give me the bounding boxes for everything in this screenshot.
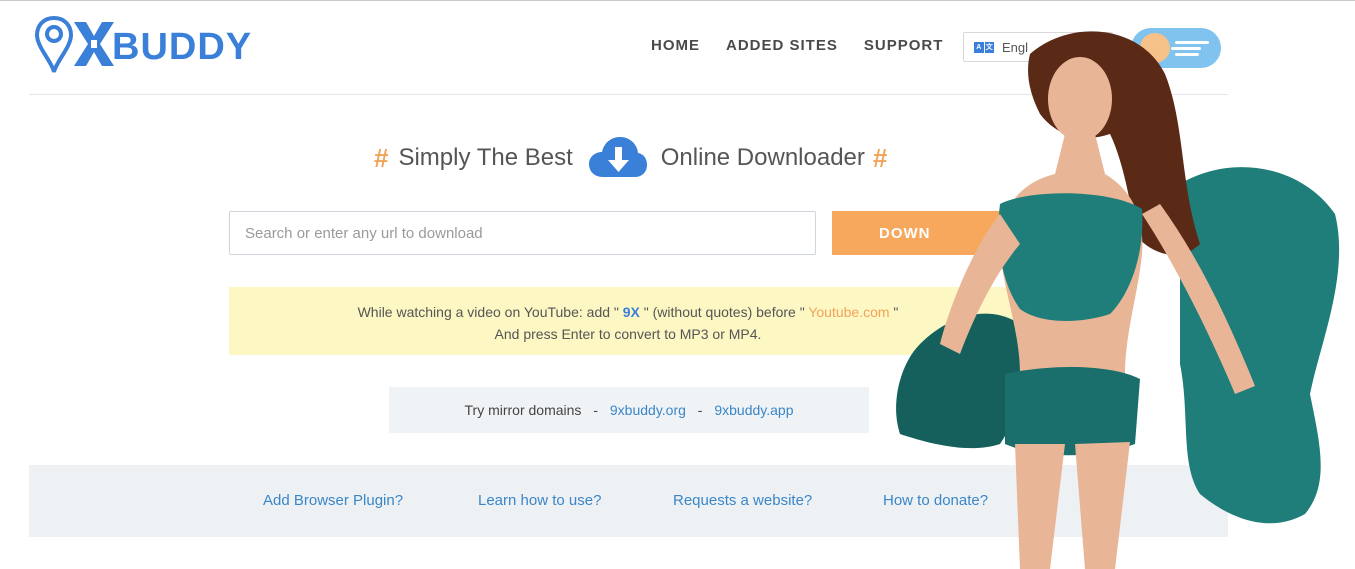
- fabric-shape: [1180, 167, 1340, 524]
- separator: -: [697, 402, 703, 418]
- search-input[interactable]: [229, 211, 816, 255]
- hero-headline: # Simply The Best Online Downloader #: [374, 130, 887, 186]
- nav-home[interactable]: HOME: [651, 37, 700, 54]
- logo-text: BUDDY: [112, 25, 253, 68]
- tip-highlight: 9X: [622, 304, 640, 320]
- logo-mark-icon: [34, 14, 116, 78]
- mirror-link-org[interactable]: 9xbuddy.org: [610, 402, 686, 418]
- separator: -: [593, 402, 598, 418]
- tip-site: Youtube.com: [808, 304, 890, 320]
- mirror-link-app[interactable]: 9xbuddy.app: [714, 402, 793, 418]
- hash-left: #: [374, 142, 389, 173]
- tip-text: " (without quotes) before ": [639, 304, 809, 320]
- learn-how-to-use-link[interactable]: Learn how to use?: [478, 492, 601, 509]
- ad-illustration[interactable]: [880, 14, 1350, 569]
- site-logo[interactable]: BUDDY: [34, 14, 274, 78]
- leg-shape: [1015, 444, 1065, 569]
- nav-added-sites[interactable]: ADDED SITES: [726, 37, 838, 54]
- mirror-domains: Try mirror domains - 9xbuddy.org - 9xbud…: [389, 387, 869, 433]
- request-website-link[interactable]: Requests a website?: [673, 492, 812, 509]
- headline-text-1: Simply The Best: [398, 144, 573, 171]
- tip-text: While watching a video on YouTube: add ": [357, 304, 623, 320]
- page: BUDDY HOME ADDED SITES SUPPORT A 文 Engl …: [0, 0, 1355, 569]
- leg-shape: [1075, 442, 1130, 569]
- cloud-download-icon: [588, 137, 647, 177]
- headline-text-2: Online Downloader: [660, 144, 865, 171]
- mirror-label: Try mirror domains: [464, 402, 582, 418]
- skirt-shape: [1005, 367, 1140, 456]
- add-browser-plugin-link[interactable]: Add Browser Plugin?: [263, 492, 403, 509]
- top-border: [0, 0, 1355, 1]
- face-shape: [1048, 57, 1112, 141]
